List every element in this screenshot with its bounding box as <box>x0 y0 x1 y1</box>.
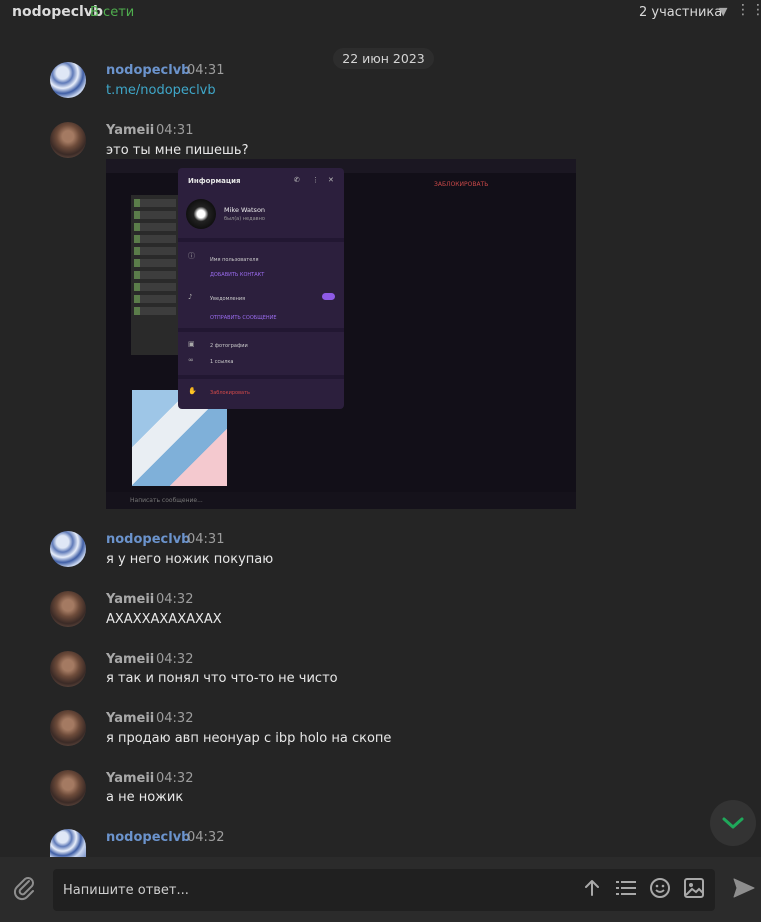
message-time: 04:31 <box>187 532 225 547</box>
message-time: 04:32 <box>156 592 194 607</box>
screenshot-input-placeholder: Написать сообщение... <box>130 497 203 504</box>
avatar[interactable] <box>50 829 86 857</box>
screenshot-add-contact: ДОБАВИТЬ КОНТАКТ <box>210 272 265 278</box>
block-icon: ✋ <box>188 387 197 395</box>
screenshot-last-seen: был(а) недавно <box>224 216 265 222</box>
chevron-down-icon <box>722 817 744 829</box>
screenshot-block-header: ЗАБЛОКИРОВАТЬ <box>434 181 489 188</box>
message-text: я так и понял что что-то не чисто <box>106 671 338 686</box>
commands-icon[interactable] <box>614 876 638 900</box>
attach-icon[interactable] <box>13 875 37 907</box>
message-input[interactable] <box>63 879 563 901</box>
screenshot-username-caption: Имя пользователя <box>210 257 259 263</box>
message-text: это ты мне пишешь? <box>106 143 249 158</box>
avatar[interactable] <box>50 122 86 158</box>
avatar[interactable] <box>50 710 86 746</box>
avatar[interactable] <box>50 62 86 98</box>
message-time: 04:31 <box>187 63 225 78</box>
message-time: 04:32 <box>156 771 194 786</box>
chat-header: nodopeclvb В сети 2 участника ▼ ⋮⋮ <box>0 0 761 26</box>
screenshot-input-bar: Написать сообщение... <box>106 492 576 509</box>
message-author[interactable]: nodopeclvb <box>106 532 191 547</box>
screenshot-send-message: ОТПРАВИТЬ СООБЩЕНИЕ <box>210 315 277 321</box>
screenshot-toggle <box>322 293 335 300</box>
emoji-icon[interactable] <box>648 876 672 900</box>
message-link[interactable]: t.me/nodopeclvb <box>106 83 216 98</box>
message-author[interactable]: nodopeclvb <box>106 63 191 78</box>
more-icon[interactable]: ⋮⋮ <box>736 2 761 18</box>
link-icon: ∞ <box>188 356 194 364</box>
screenshot-links: 1 ссылка <box>210 359 234 365</box>
avatar[interactable] <box>50 591 86 627</box>
phone-icon: ✆ <box>294 176 300 184</box>
media-icon[interactable] <box>682 876 706 900</box>
message-author[interactable]: Yameii <box>106 711 154 726</box>
message-author[interactable]: Yameii <box>106 771 154 786</box>
screenshot-info-panel: Информация ✆ ⋮ ✕ Mike Watson был(а) неда… <box>178 168 344 409</box>
message-time: 04:32 <box>156 711 194 726</box>
composer <box>0 857 761 922</box>
message-text: я продаю авп неонуар с ibp holo на скопе <box>106 731 392 746</box>
message-author[interactable]: nodopeclvb <box>106 830 191 845</box>
info-icon: ⓘ <box>188 252 195 260</box>
message-author[interactable]: Yameii <box>106 652 154 667</box>
message-text: а не ножик <box>106 790 184 805</box>
attached-screenshot[interactable]: ЗАБЛОКИРОВАТЬ Информация ✆ ⋮ ✕ Mike Wats… <box>106 159 576 509</box>
more-icon: ⋮ <box>312 176 319 184</box>
screenshot-chat-list <box>131 195 179 355</box>
avatar[interactable] <box>50 531 86 567</box>
online-status: В сети <box>90 5 135 20</box>
message-author[interactable]: Yameii <box>106 592 154 607</box>
message-time: 04:31 <box>156 123 194 138</box>
screenshot-contact-name: Mike Watson <box>224 206 266 214</box>
message-time: 04:32 <box>156 652 194 667</box>
message-text: я у него ножик покупаю <box>106 552 274 567</box>
screenshot-panel-title: Информация <box>188 177 241 185</box>
screenshot-block: Заблокировать <box>210 390 250 396</box>
send-icon[interactable] <box>733 877 757 901</box>
message-time: 04:32 <box>187 830 225 845</box>
scroll-down-button[interactable] <box>710 800 756 846</box>
screenshot-notifications: Уведомления <box>210 296 246 302</box>
participants-count[interactable]: 2 участника <box>639 5 722 20</box>
avatar[interactable] <box>50 770 86 806</box>
close-icon: ✕ <box>328 176 334 184</box>
screenshot-photos: 2 фотографии <box>210 343 248 349</box>
message-text: АХАХХАХАХАХАХ <box>106 612 222 627</box>
scroll-up-icon[interactable] <box>580 876 604 900</box>
bell-icon: ♪ <box>188 293 193 301</box>
avatar[interactable] <box>50 651 86 687</box>
date-separator: 22 июн 2023 <box>333 48 434 69</box>
screenshot-avatar <box>186 199 216 229</box>
chevron-down-icon[interactable]: ▼ <box>719 5 727 18</box>
message-author[interactable]: Yameii <box>106 123 154 138</box>
photo-icon: ▣ <box>188 340 195 348</box>
